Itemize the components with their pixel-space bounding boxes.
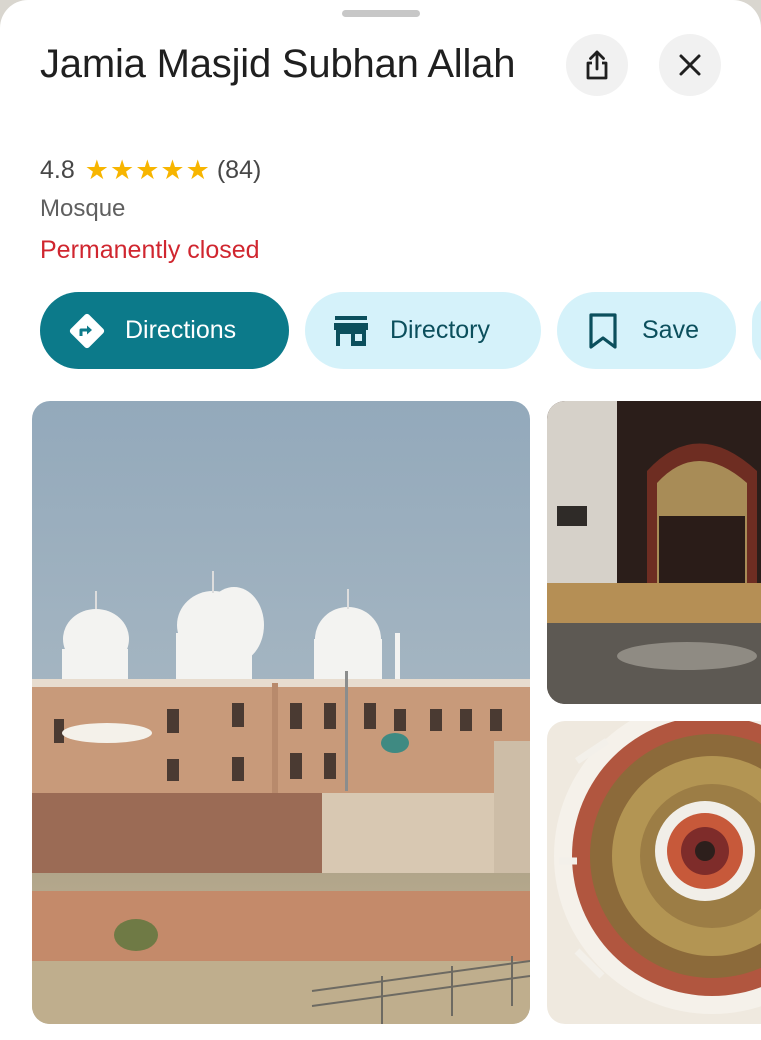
- rating-row[interactable]: 4.8 ★ ★ ★ ★ ★ (84): [40, 153, 261, 187]
- save-button[interactable]: Save: [557, 292, 736, 369]
- star-icon: ★: [109, 155, 135, 185]
- place-sheet: Jamia Masjid Subhan Allah 4.8 ★ ★ ★ ★ ★ …: [0, 0, 761, 1040]
- close-icon: [679, 54, 701, 76]
- star-icon: ★: [185, 155, 210, 185]
- save-label: Save: [642, 316, 699, 344]
- close-button[interactable]: [659, 34, 721, 96]
- share-button[interactable]: [566, 34, 628, 96]
- review-count: (84): [216, 155, 262, 184]
- storefront-icon: [332, 314, 370, 348]
- place-title: Jamia Masjid Subhan Allah: [40, 42, 516, 86]
- directions-button[interactable]: Directions: [40, 292, 289, 369]
- share-icon: [586, 50, 608, 80]
- place-status: Permanently closed: [40, 236, 260, 264]
- place-category: Mosque: [40, 195, 126, 222]
- star-icon: ★: [160, 155, 185, 185]
- more-actions-chip[interactable]: [752, 292, 761, 369]
- bookmark-icon: [587, 312, 619, 350]
- photo-mosque-exterior[interactable]: [32, 401, 530, 1024]
- rating-value: 4.8: [40, 155, 75, 184]
- directions-label: Directions: [125, 316, 237, 344]
- directory-label: Directory: [390, 316, 491, 344]
- photo-mosque-interior[interactable]: [547, 401, 761, 704]
- drag-handle[interactable]: [342, 10, 420, 17]
- photo-dome-ceiling[interactable]: [547, 721, 761, 1024]
- directions-diamond-icon: [66, 310, 108, 352]
- rating-stars: ★ ★ ★ ★ ★: [85, 155, 211, 185]
- star-icon: ★: [135, 155, 160, 185]
- star-icon: ★: [84, 155, 109, 185]
- directory-button[interactable]: Directory: [305, 292, 541, 369]
